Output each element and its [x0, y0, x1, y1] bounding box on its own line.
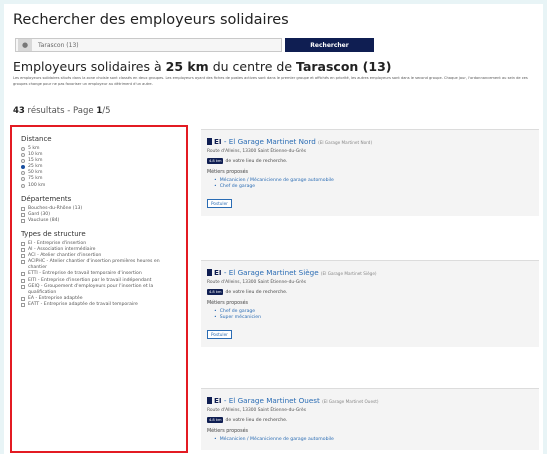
structures-title: Types de structure: [21, 229, 86, 238]
search-button[interactable]: Rechercher: [285, 38, 374, 52]
apply-button[interactable]: Postuler: [207, 199, 232, 208]
structure-option-label: GEIQ - Groupement d'employeurs pour l'in…: [28, 283, 154, 295]
metiers-list: Mécanicien / Mécanicienne de garage auto…: [214, 178, 533, 190]
radio-button[interactable]: [21, 183, 25, 188]
employer-name-link[interactable]: EI - El Garage Martinet Siège (El Garage…: [207, 268, 533, 277]
employer-address: Route d'Alleins, 13300 Saint Étienne-du-…: [207, 149, 307, 154]
employer-name-link[interactable]: EI - El Garage Martinet Nord (El Garage …: [207, 137, 533, 146]
employer-distance: 4.8 km de votre lieu de recherche.: [207, 289, 533, 295]
radio-button[interactable]: [21, 153, 25, 158]
metiers-title: Métiers proposés: [207, 301, 249, 306]
departement-option[interactable]: Vaucluse (84): [21, 218, 177, 224]
search-input-value: Tarascon (13): [38, 41, 79, 49]
employer-alias: (El Garage Martinet Ouest): [322, 399, 379, 404]
distance-text: de votre lieu de recherche.: [225, 417, 288, 423]
structures-filter: Types de structure EI - Entreprise d'ins…: [21, 230, 177, 308]
employer-name-link[interactable]: EI - El Garage Martinet Ouest (El Garage…: [207, 396, 533, 405]
employer-alias: (El Garage Martinet Nord): [318, 140, 373, 145]
results-headline: Employeurs solidaires à 25 km du centre …: [13, 59, 392, 74]
distance-badge: 4.8 km: [207, 417, 224, 423]
employer-name: El Garage Martinet Ouest: [228, 396, 320, 405]
metier-link[interactable]: Mécanicien / Mécanicienne de garage auto…: [214, 437, 533, 443]
structure-type-icon: [207, 269, 212, 276]
departements-filter: Départements Bouches-du-Rhône (13) Gard (…: [21, 195, 177, 224]
distance-badge: 4.8 km: [207, 158, 224, 164]
radio-button[interactable]: [21, 159, 25, 164]
distance-filter: Distance 5 km 10 km 15 km 25 km 50 km 75 km 10…: [21, 135, 177, 189]
employer-address: Route d'Alleins, 13300 Saint Étienne-du-…: [207, 280, 307, 285]
headline-middle: du centre de: [208, 59, 297, 74]
metier-link[interactable]: Super mécanicien: [214, 315, 533, 321]
employer-alias: (El Garage Martinet Siège): [320, 271, 377, 276]
structure-option[interactable]: EATT - Entreprise adaptée de travail tem…: [21, 302, 177, 308]
checkbox[interactable]: [21, 206, 25, 211]
departement-options: Bouches-du-Rhône (13) Gard (30) Vaucluse (…: [21, 206, 177, 224]
filters-panel: Distance 5 km 10 km 15 km 25 km 50 km 75 km 10…: [10, 125, 188, 453]
headline-prefix: Employeurs solidaires à: [13, 59, 166, 74]
checkbox[interactable]: [21, 241, 25, 246]
results-count: 43 résultats - Page 1/5: [13, 106, 111, 116]
metiers-title: Métiers proposés: [207, 429, 249, 434]
structure-option[interactable]: ACIPHC - Atelier chantier d'insertion pr…: [21, 259, 177, 271]
checkbox[interactable]: [21, 218, 25, 223]
checkbox[interactable]: [21, 278, 25, 283]
distance-title: Distance: [21, 135, 52, 143]
structure-option-label: EATT - Entreprise adaptée de travail tem…: [28, 301, 138, 307]
headline-city: Tarascon (13): [296, 59, 392, 74]
location-icon: ●: [18, 39, 32, 51]
radio-button[interactable]: [21, 177, 25, 182]
distance-text: de votre lieu de recherche.: [225, 158, 288, 164]
employer-card: EI - El Garage Martinet Nord (El Garage …: [201, 129, 539, 216]
metiers-list: Mécanicien / Mécanicienne de garage auto…: [214, 437, 533, 443]
departement-option-label: Vaucluse (84): [28, 217, 60, 223]
distance-badge: 4.8 km: [207, 289, 224, 295]
apply-button[interactable]: Postuler: [207, 330, 232, 339]
distance-option-label: 100 km: [28, 182, 46, 188]
departements-title: Départements: [21, 194, 72, 203]
structure-type-icon: [207, 397, 212, 404]
distance-option[interactable]: 100 km: [21, 183, 177, 189]
structure-type-tag: EI: [214, 268, 222, 277]
results-total: /5: [102, 106, 111, 116]
page-title: Rechercher des employeurs solidaires: [13, 12, 289, 28]
checkbox[interactable]: [21, 212, 25, 217]
employer-card: EI - El Garage Martinet Siège (El Garage…: [201, 260, 539, 347]
radio-button[interactable]: [21, 171, 25, 176]
metiers-list: Chef de garageSuper mécanicien: [214, 309, 533, 321]
structure-type-icon: [207, 138, 212, 145]
radio-button[interactable]: [21, 147, 25, 151]
employer-distance: 4.8 km de votre lieu de recherche.: [207, 417, 533, 423]
employer-address: Route d'Alleins, 13300 Saint Étienne-du-…: [207, 408, 307, 413]
checkbox[interactable]: [21, 272, 25, 277]
employer-name: El Garage Martinet Siège: [228, 268, 319, 277]
intro-text: Les employeurs solidaires situés dans la…: [13, 76, 528, 86]
structure-options: EI - Entreprise d'insertion AI - Associat…: [21, 241, 177, 308]
structure-option-label: ACIPHC - Atelier chantier d'insertion pr…: [28, 259, 160, 271]
checkbox[interactable]: [21, 248, 25, 253]
page: Rechercher des employeurs solidaires ● T…: [4, 4, 543, 454]
employer-card: EI - El Garage Martinet Ouest (El Garage…: [201, 388, 539, 450]
structure-type-tag: EI: [214, 137, 222, 146]
distance-text: de votre lieu de recherche.: [225, 289, 288, 295]
checkbox[interactable]: [21, 284, 25, 289]
metiers-title: Métiers proposés: [207, 170, 249, 175]
results-count-text: résultats - Page: [24, 106, 97, 116]
headline-distance: 25 km: [165, 59, 209, 74]
checkbox[interactable]: [21, 254, 25, 259]
search-input[interactable]: ● Tarascon (13): [15, 38, 282, 52]
structure-type-tag: EI: [214, 396, 222, 405]
employer-name: El Garage Martinet Nord: [228, 137, 316, 146]
checkbox[interactable]: [21, 302, 25, 307]
distance-options: 5 km 10 km 15 km 25 km 50 km 75 km 100 km: [21, 146, 177, 189]
structure-option[interactable]: GEIQ - Groupement d'employeurs pour l'in…: [21, 284, 177, 296]
employer-distance: 4.8 km de votre lieu de recherche.: [207, 158, 533, 164]
results-count-number: 43: [13, 106, 25, 116]
radio-button[interactable]: [21, 165, 25, 170]
checkbox[interactable]: [21, 260, 25, 265]
checkbox[interactable]: [21, 296, 25, 301]
metier-link[interactable]: Chef de garage: [214, 184, 533, 190]
